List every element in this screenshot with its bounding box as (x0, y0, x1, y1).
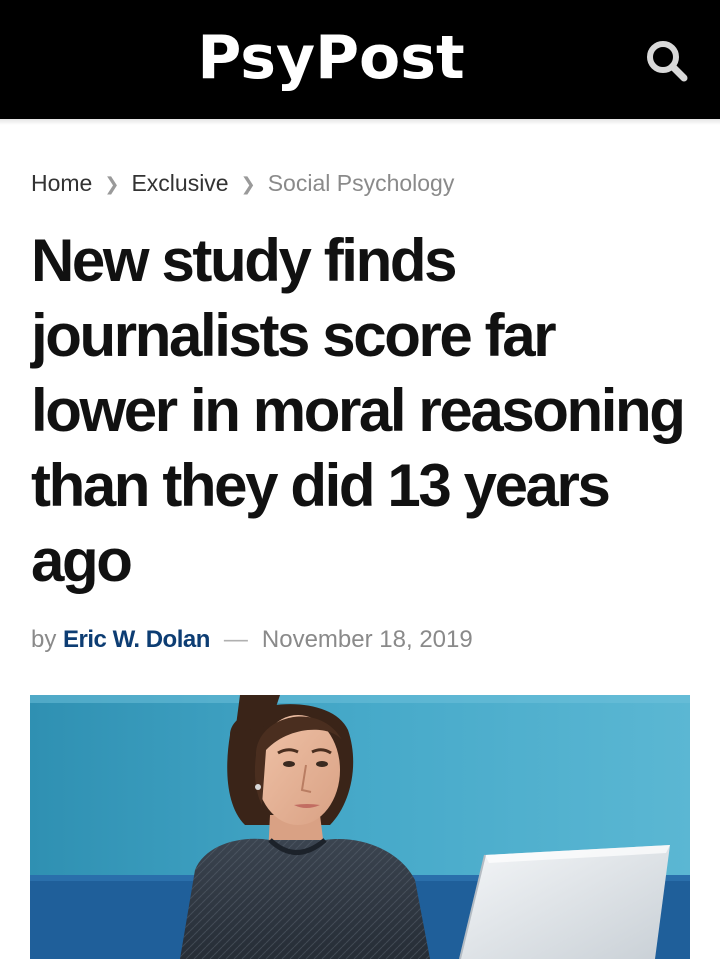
breadcrumb-exclusive[interactable]: Exclusive (131, 170, 228, 196)
hero-image (30, 695, 690, 959)
byline-prefix: by (31, 626, 57, 653)
site-header: PsyPost (0, 0, 720, 119)
article-title: New study finds journalists score far lo… (31, 227, 686, 594)
meta-separator: — (223, 626, 248, 653)
publish-date: November 18, 2019 (261, 626, 473, 653)
chevron-right-icon: ❯ (104, 174, 120, 194)
header-shadow (0, 119, 720, 125)
article-meta: by Eric W. Dolan — November 18, 2019 (31, 624, 473, 656)
site-logo[interactable]: PsyPost (0, 22, 662, 94)
search-icon (647, 41, 688, 82)
breadcrumb: Home ❯ Exclusive ❯ Social Psychology (31, 168, 454, 199)
search-button[interactable] (644, 38, 690, 84)
breadcrumb-social-psychology[interactable]: Social Psychology (268, 170, 455, 196)
chevron-right-icon: ❯ (240, 174, 256, 194)
breadcrumb-home[interactable]: Home (31, 170, 92, 196)
hero-photo-woman-laptop (30, 695, 690, 959)
author-link[interactable]: Eric W. Dolan (63, 626, 210, 653)
